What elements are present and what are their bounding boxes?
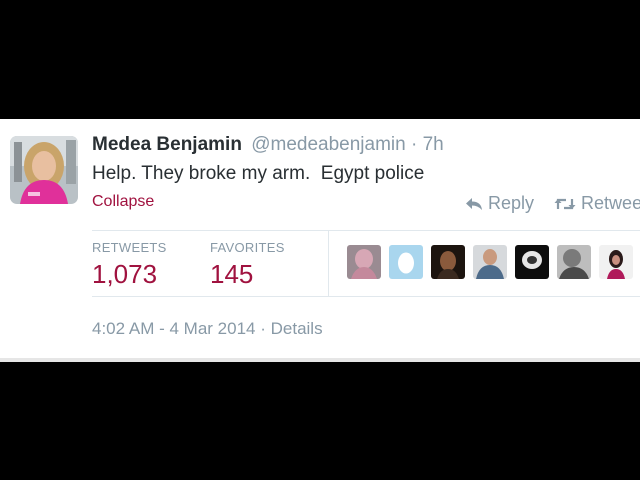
favorites-label: FAVORITES bbox=[210, 240, 285, 255]
favorites-count[interactable]: 145 bbox=[210, 259, 253, 290]
stats-vertical-divider bbox=[328, 230, 329, 296]
reply-label: Reply bbox=[488, 193, 535, 213]
reply-button[interactable]: Reply bbox=[465, 193, 534, 214]
card-bottom-rule bbox=[0, 358, 640, 362]
tweet-actions: Reply Retweet bbox=[465, 193, 640, 216]
timestamp-text[interactable]: 4:02 AM - 4 Mar 2014 bbox=[92, 319, 255, 338]
favoriter-avatar[interactable] bbox=[473, 245, 507, 279]
favoriter-avatar[interactable] bbox=[515, 245, 549, 279]
retweets-count[interactable]: 1,073 bbox=[92, 259, 157, 290]
tweet-timestamp: 4:02 AM - 4 Mar 2014 · Details bbox=[92, 319, 323, 339]
retweet-button[interactable]: Retweet bbox=[554, 193, 640, 214]
stats-bottom-divider bbox=[92, 296, 640, 297]
tweet-card: Medea Benjamin @medeabenjamin · 7h Help.… bbox=[0, 119, 640, 362]
header-separator: · bbox=[411, 134, 418, 155]
footer-separator: · bbox=[260, 319, 266, 338]
default-egg-avatar[interactable] bbox=[389, 245, 423, 279]
tweet-header: Medea Benjamin @medeabenjamin · 7h bbox=[92, 134, 444, 156]
author-handle[interactable]: @medeabenjamin bbox=[251, 134, 406, 155]
author-avatar[interactable] bbox=[10, 136, 78, 204]
tweet-text: Help. They broke my arm. Egypt police bbox=[92, 163, 425, 184]
favoriter-avatar[interactable] bbox=[431, 245, 465, 279]
collapse-link[interactable]: Collapse bbox=[92, 193, 154, 211]
retweet-label: Retweet bbox=[581, 193, 640, 213]
retweets-label: RETWEETS bbox=[92, 240, 167, 255]
stats-top-divider bbox=[92, 230, 640, 231]
favoriter-avatar[interactable] bbox=[599, 245, 633, 279]
favoriter-avatar[interactable] bbox=[557, 245, 591, 279]
favoriter-avatar[interactable] bbox=[347, 245, 381, 279]
author-name[interactable]: Medea Benjamin bbox=[92, 134, 242, 155]
tweet-age[interactable]: 7h bbox=[423, 134, 444, 155]
retweet-icon bbox=[554, 198, 576, 209]
reply-icon bbox=[466, 197, 482, 210]
details-link[interactable]: Details bbox=[271, 319, 323, 338]
